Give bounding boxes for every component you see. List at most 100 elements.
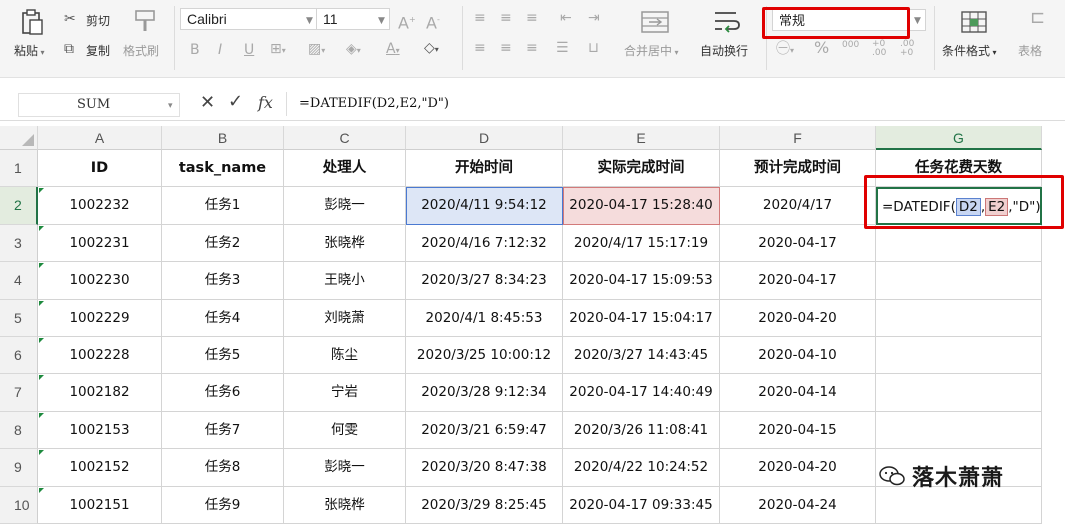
data-cell[interactable]: 刘晓萧	[284, 299, 406, 337]
header-cell[interactable]: 开始时间	[406, 150, 563, 188]
data-cell[interactable]: 1002228	[38, 337, 162, 375]
data-cell[interactable]	[876, 299, 1042, 337]
data-cell[interactable]: 2020-04-17 15:28:40	[563, 187, 720, 225]
cancel-icon[interactable]: ✕	[200, 94, 215, 112]
data-cell[interactable]: 2020/3/20 8:47:38	[406, 449, 563, 487]
data-cell[interactable]: 何雯	[284, 411, 406, 450]
data-cell[interactable]: 1002230	[38, 262, 162, 300]
underline-icon[interactable]: U	[244, 42, 254, 58]
chevron-down-icon[interactable]: ▼	[306, 16, 313, 26]
data-cell[interactable]	[876, 411, 1042, 450]
header-cell[interactable]: 实际完成时间	[563, 150, 720, 188]
data-cell[interactable]: 1002229	[38, 299, 162, 337]
data-cell[interactable]: 2020/4/22 10:24:52	[563, 449, 720, 487]
number-as-text-indicator[interactable]	[39, 487, 44, 493]
conditional-format-button[interactable]: 条件格式 ▾	[942, 42, 997, 59]
data-cell[interactable]: 2020/4/11 9:54:12	[406, 187, 563, 225]
decrease-font-icon[interactable]: A-	[426, 12, 440, 31]
fill-color-icon[interactable]: ◈▾	[346, 41, 361, 59]
data-cell[interactable]: 任务6	[162, 374, 284, 412]
data-cell[interactable]: 任务4	[162, 299, 284, 337]
data-cell[interactable]: 任务3	[162, 262, 284, 300]
data-cell[interactable]: 1002182	[38, 374, 162, 412]
column-header-c[interactable]: C	[284, 126, 406, 150]
cut-button[interactable]: 剪切	[86, 12, 110, 29]
data-cell[interactable]: 1002151	[38, 486, 162, 524]
number-as-text-indicator[interactable]	[39, 375, 44, 381]
align-right-icon[interactable]: ≡	[526, 40, 538, 56]
conditional-format-icon[interactable]	[960, 10, 988, 34]
italic-icon[interactable]: I	[218, 42, 222, 58]
format-painter-icon[interactable]	[132, 8, 158, 34]
row-header[interactable]: 7	[0, 374, 38, 412]
data-cell[interactable]: 任务1	[162, 187, 284, 225]
data-cell[interactable]: 2020-04-17	[720, 262, 876, 300]
column-header-f[interactable]: F	[720, 126, 876, 150]
row-header[interactable]: 6	[0, 337, 38, 375]
wrap-text-icon[interactable]	[712, 8, 742, 36]
percent-icon[interactable]: %	[814, 40, 829, 56]
data-cell[interactable]: 2020/3/27 8:34:23	[406, 262, 563, 300]
select-all-corner[interactable]	[0, 126, 38, 150]
data-cell[interactable]: 张晓桦	[284, 486, 406, 524]
data-cell[interactable]: 2020-04-14	[720, 374, 876, 412]
data-cell[interactable]: 1002153	[38, 411, 162, 450]
data-cell[interactable]	[876, 262, 1042, 300]
paste-icon[interactable]	[18, 8, 46, 36]
distribute-icon[interactable]: ⊔	[588, 40, 599, 56]
chevron-down-icon[interactable]: ▾	[168, 101, 173, 111]
data-cell[interactable]: 2020-04-17 09:33:45	[563, 486, 720, 524]
data-cell[interactable]: 2020-04-17	[720, 224, 876, 263]
data-cell[interactable]	[876, 374, 1042, 412]
data-cell[interactable]: 王晓小	[284, 262, 406, 300]
name-box[interactable]: SUM	[18, 93, 180, 117]
row-header[interactable]: 3	[0, 224, 38, 263]
data-cell[interactable]: 彭晓一	[284, 187, 406, 225]
wrap-text-button[interactable]: 自动换行	[700, 42, 748, 59]
data-cell[interactable]: 2020/3/29 8:25:45	[406, 486, 563, 524]
column-header-e[interactable]: E	[563, 126, 720, 150]
confirm-icon[interactable]: ✓	[228, 93, 243, 111]
row-header[interactable]: 2	[0, 187, 38, 225]
formula-input[interactable]: =DATEDIF(D2,E2,"D")	[286, 92, 1046, 116]
number-as-text-indicator[interactable]	[39, 300, 44, 306]
font-name-select[interactable]: Calibri	[180, 8, 318, 30]
data-cell[interactable]: 张晓桦	[284, 224, 406, 263]
data-cell[interactable]: 2020-04-17 15:04:17	[563, 299, 720, 337]
data-cell[interactable]: 2020/4/17	[720, 187, 876, 225]
number-as-text-indicator[interactable]	[39, 263, 44, 269]
merge-cells-icon[interactable]	[640, 10, 670, 34]
data-cell[interactable]: 1002232	[38, 187, 162, 225]
paste-button[interactable]: 粘贴 ▾	[14, 42, 45, 59]
format-painter-button[interactable]: 格式刷	[123, 42, 159, 59]
column-header-a[interactable]: A	[38, 126, 162, 150]
table-style-button[interactable]: 表格	[1018, 42, 1042, 59]
header-cell[interactable]: ID	[38, 150, 162, 188]
data-cell[interactable]: 2020/4/1 8:45:53	[406, 299, 563, 337]
row-header[interactable]: 9	[0, 449, 38, 487]
increase-font-icon[interactable]: A+	[398, 12, 416, 31]
chevron-down-icon[interactable]: ▼	[378, 16, 385, 26]
currency-icon[interactable]: ㊀▾	[776, 41, 794, 59]
bold-icon[interactable]: B	[190, 42, 200, 58]
data-cell[interactable]: 1002231	[38, 224, 162, 263]
data-cell[interactable]: 2020-04-17 14:40:49	[563, 374, 720, 412]
row-header[interactable]: 8	[0, 411, 38, 450]
table-style-icon[interactable]: ⊏	[1030, 9, 1045, 27]
data-cell[interactable]: 2020-04-15	[720, 411, 876, 450]
copy-icon[interactable]: ⧉	[64, 41, 74, 57]
data-cell[interactable]: 彭晓一	[284, 449, 406, 487]
data-cell[interactable]: 任务9	[162, 486, 284, 524]
data-cell[interactable]: 2020-04-20	[720, 299, 876, 337]
data-cell[interactable]: 宁岩	[284, 374, 406, 412]
fx-icon[interactable]: fx	[258, 95, 273, 111]
row-header[interactable]: 1	[0, 150, 38, 188]
column-header-g[interactable]: G	[876, 126, 1042, 150]
align-bottom-icon[interactable]: ≡	[526, 10, 538, 26]
align-middle-icon[interactable]: ≡	[500, 10, 512, 26]
header-cell[interactable]: task_name	[162, 150, 284, 188]
data-cell[interactable]: 2020-04-17 15:09:53	[563, 262, 720, 300]
data-cell[interactable]: 2020-04-24	[720, 486, 876, 524]
indent-increase-icon[interactable]: ⇥	[588, 10, 600, 26]
chevron-down-icon[interactable]: ▼	[914, 16, 921, 26]
